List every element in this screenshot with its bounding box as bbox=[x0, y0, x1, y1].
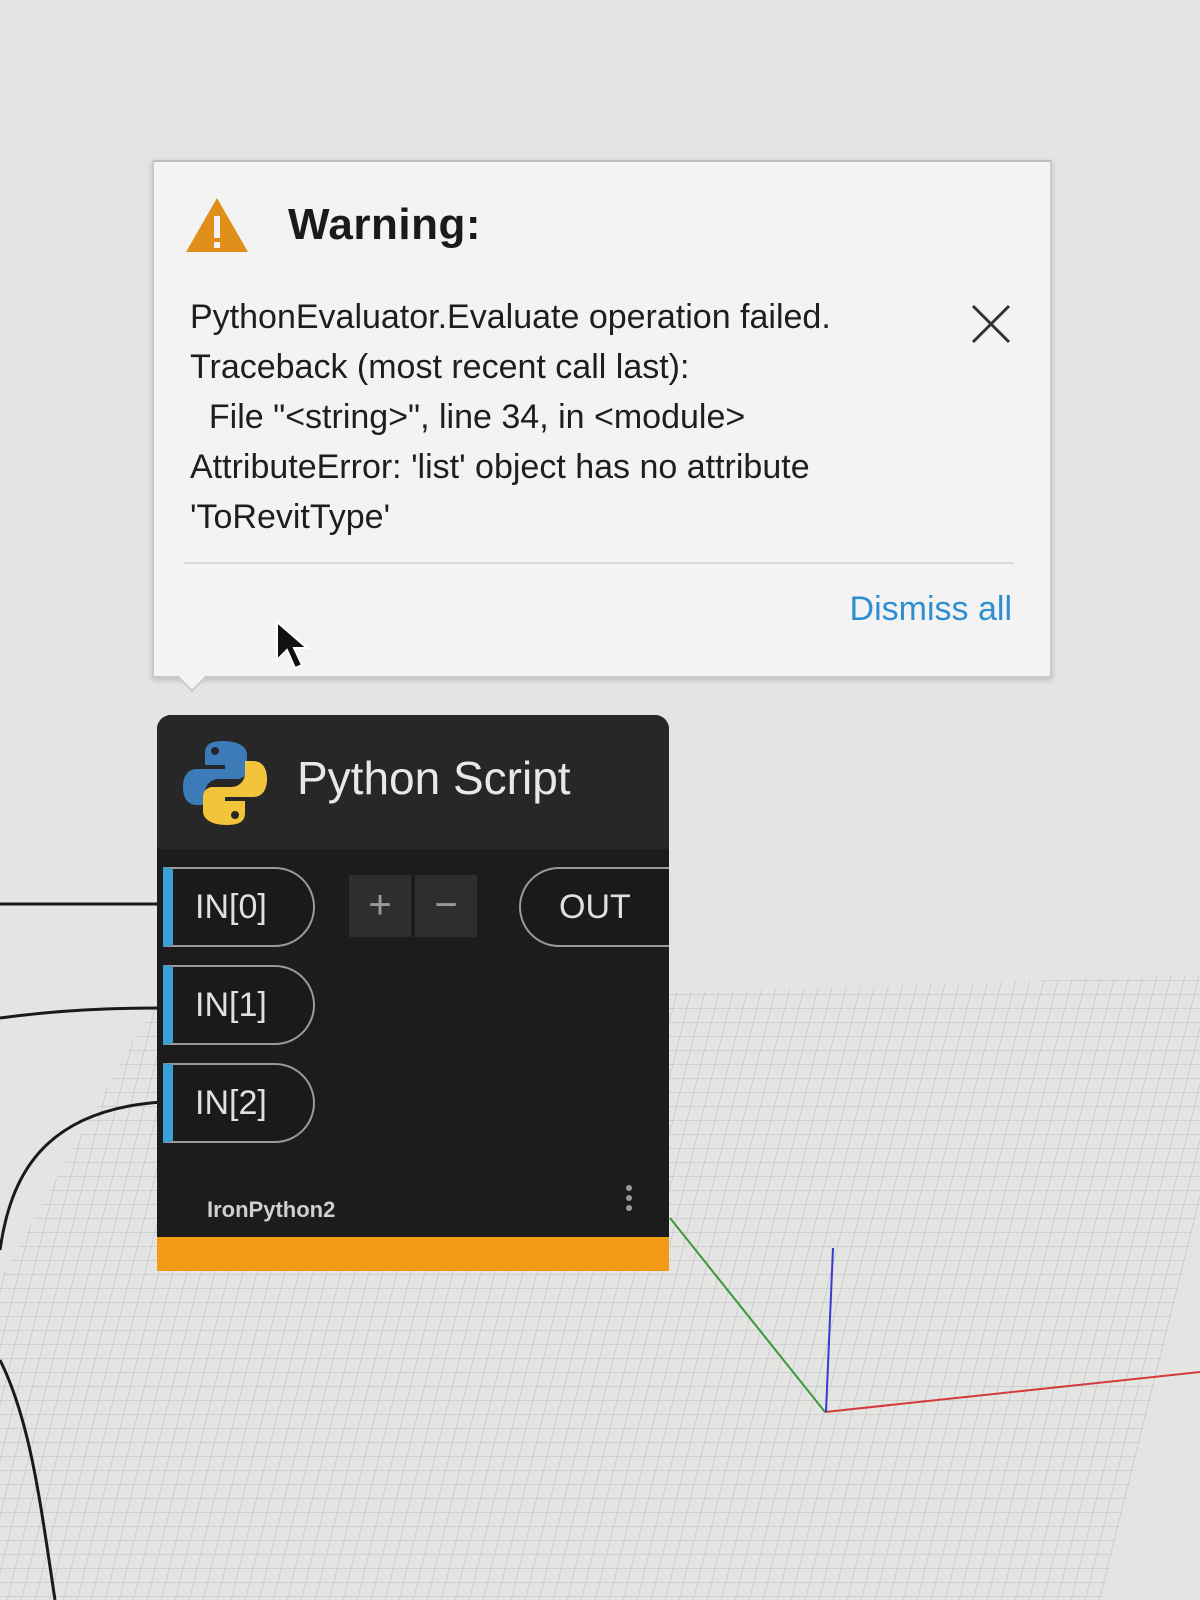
add-input-button[interactable]: + bbox=[349, 875, 411, 937]
mouse-cursor-icon bbox=[276, 620, 310, 670]
warning-message: PythonEvaluator.Evaluate operation faile… bbox=[190, 292, 930, 542]
warning-message-line: 'ToRevitType' bbox=[190, 498, 391, 536]
warning-popup: Warning: PythonEvaluator.Evaluate operat… bbox=[152, 160, 1052, 693]
divider bbox=[184, 562, 1014, 564]
input-port-in1[interactable]: IN[1] bbox=[163, 965, 315, 1045]
output-port-out[interactable]: OUT bbox=[519, 867, 669, 947]
warning-message-line: PythonEvaluator.Evaluate operation faile… bbox=[190, 298, 831, 336]
node-header[interactable]: Python Script bbox=[157, 715, 669, 849]
close-icon[interactable] bbox=[969, 302, 1013, 346]
node-warning-bar bbox=[157, 1237, 669, 1271]
remove-input-button[interactable]: − bbox=[415, 875, 477, 937]
input-port-in0[interactable]: IN[0] bbox=[163, 867, 315, 947]
more-options-icon[interactable] bbox=[619, 1181, 639, 1231]
warning-header: Warning: bbox=[184, 196, 481, 254]
dismiss-all-link[interactable]: Dismiss all bbox=[850, 590, 1012, 629]
python-logo-icon bbox=[183, 741, 267, 825]
warning-triangle-icon bbox=[186, 198, 248, 252]
node-title: Python Script bbox=[297, 752, 571, 804]
warning-message-line: File "<string>", line 34, in <module> bbox=[190, 398, 746, 436]
wire-in1[interactable] bbox=[0, 1006, 163, 1020]
warning-message-line: AttributeError: 'list' object has no att… bbox=[190, 448, 810, 486]
python-script-node[interactable]: Python Script IN[0] IN[1] IN[2] + − OUT … bbox=[157, 715, 669, 1271]
warning-title: Warning: bbox=[288, 200, 481, 249]
input-port-in2[interactable]: IN[2] bbox=[163, 1063, 315, 1143]
warning-message-line: Traceback (most recent call last): bbox=[190, 348, 690, 386]
engine-label[interactable]: IronPython2 bbox=[207, 1197, 335, 1223]
